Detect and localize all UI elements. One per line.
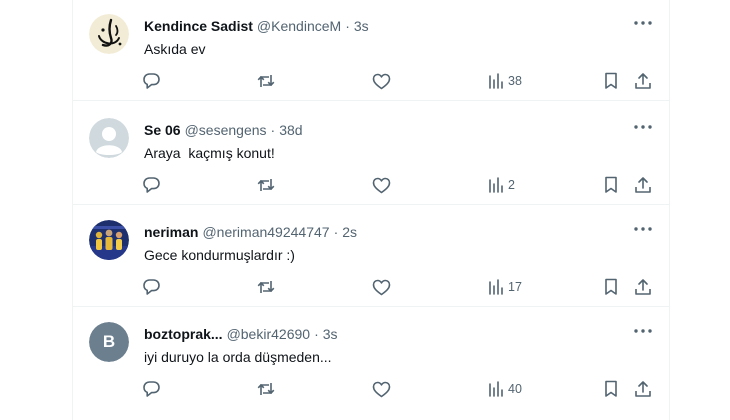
display-name[interactable]: neriman: [144, 223, 198, 241]
bookmark-icon[interactable]: [604, 379, 618, 399]
reply-icon[interactable]: [142, 277, 161, 297]
separator-dot: ·: [314, 326, 319, 342]
timestamp[interactable]: 3s: [323, 325, 338, 343]
share-icon[interactable]: [634, 71, 652, 91]
avatar[interactable]: B: [89, 322, 129, 362]
user-handle[interactable]: @bekir42690: [227, 325, 311, 343]
bookmark-icon[interactable]: [604, 71, 618, 91]
bookmark-icon[interactable]: [604, 175, 618, 195]
tweet-text: Askıda ev: [144, 41, 206, 57]
views-count: 40: [508, 382, 522, 396]
views-count: 2: [508, 178, 515, 192]
views-button[interactable]: 17: [488, 277, 522, 297]
display-name[interactable]: Kendince Sadist: [144, 17, 253, 35]
avatar[interactable]: [89, 118, 129, 158]
tweet-header: Se 06 @sesengens · 38d: [144, 121, 303, 139]
more-icon[interactable]: [633, 324, 653, 338]
share-icon[interactable]: [634, 379, 652, 399]
retweet-icon[interactable]: [256, 71, 276, 91]
more-icon[interactable]: [633, 16, 653, 30]
timestamp[interactable]: 38d: [279, 121, 302, 139]
like-icon[interactable]: [372, 71, 391, 91]
tweet-actions: 40: [73, 377, 669, 401]
tweet[interactable]: Kendince Sadist @KendinceM · 3s Askıda e…: [73, 0, 669, 101]
separator-dot: ·: [345, 18, 350, 34]
reply-icon[interactable]: [142, 379, 161, 399]
separator-dot: ·: [333, 224, 339, 240]
tweet-text: Araya kaçmış konut!: [144, 145, 275, 161]
like-icon[interactable]: [372, 175, 391, 195]
user-handle[interactable]: @KendinceM: [257, 17, 341, 35]
like-icon[interactable]: [372, 277, 391, 297]
reply-timeline: Kendince Sadist @KendinceM · 3s Askıda e…: [72, 0, 670, 420]
views-icon: [488, 177, 504, 193]
retweet-icon[interactable]: [256, 379, 276, 399]
timestamp[interactable]: 3s: [354, 17, 369, 35]
avatar-letter: B: [89, 322, 129, 362]
tweet[interactable]: B boztoprak... @bekir42690 · 3s iyi duru…: [73, 308, 669, 409]
avatar[interactable]: [89, 14, 129, 54]
views-button[interactable]: 38: [488, 71, 522, 91]
like-icon[interactable]: [372, 379, 391, 399]
user-handle[interactable]: @neriman49244747: [202, 223, 329, 241]
views-icon: [488, 279, 504, 295]
views-button[interactable]: 2: [488, 175, 515, 195]
tweet-text: iyi duruyo la orda düşmeden...: [144, 349, 332, 365]
avatar[interactable]: [89, 220, 129, 260]
bookmark-icon[interactable]: [604, 277, 618, 297]
tweet-header: boztoprak... @bekir42690 · 3s: [144, 325, 338, 343]
tweet-actions: 17: [73, 275, 669, 299]
views-count: 17: [508, 280, 522, 294]
retweet-icon[interactable]: [256, 277, 276, 297]
tweet-text: Gece kondurmuşlardır :): [144, 247, 295, 263]
timestamp[interactable]: 2s: [342, 223, 357, 241]
tweet[interactable]: neriman @neriman49244747 · 2s Gece kondu…: [73, 206, 669, 307]
retweet-icon[interactable]: [256, 175, 276, 195]
group-photo: [89, 220, 129, 260]
display-name[interactable]: Se 06: [144, 121, 181, 139]
tweet-actions: 38: [73, 69, 669, 93]
tweet[interactable]: Se 06 @sesengens · 38d Araya kaçmış konu…: [73, 104, 669, 205]
reply-icon[interactable]: [142, 175, 161, 195]
user-handle[interactable]: @sesengens: [185, 121, 267, 139]
views-count: 38: [508, 74, 522, 88]
share-icon[interactable]: [634, 175, 652, 195]
default-profile-icon: [89, 118, 129, 158]
more-icon[interactable]: [633, 120, 653, 134]
share-icon[interactable]: [634, 277, 652, 297]
display-name[interactable]: boztoprak...: [144, 325, 223, 343]
more-icon[interactable]: [633, 222, 653, 236]
tweet-header: neriman @neriman49244747 · 2s: [144, 223, 357, 241]
views-icon: [488, 73, 504, 89]
tweet-header: Kendince Sadist @KendinceM · 3s: [144, 17, 369, 35]
tweet-actions: 2: [73, 173, 669, 197]
separator-dot: ·: [270, 122, 276, 138]
views-icon: [488, 381, 504, 397]
reply-icon[interactable]: [142, 71, 161, 91]
views-button[interactable]: 40: [488, 379, 522, 399]
calligraphy-logo: [89, 14, 129, 54]
